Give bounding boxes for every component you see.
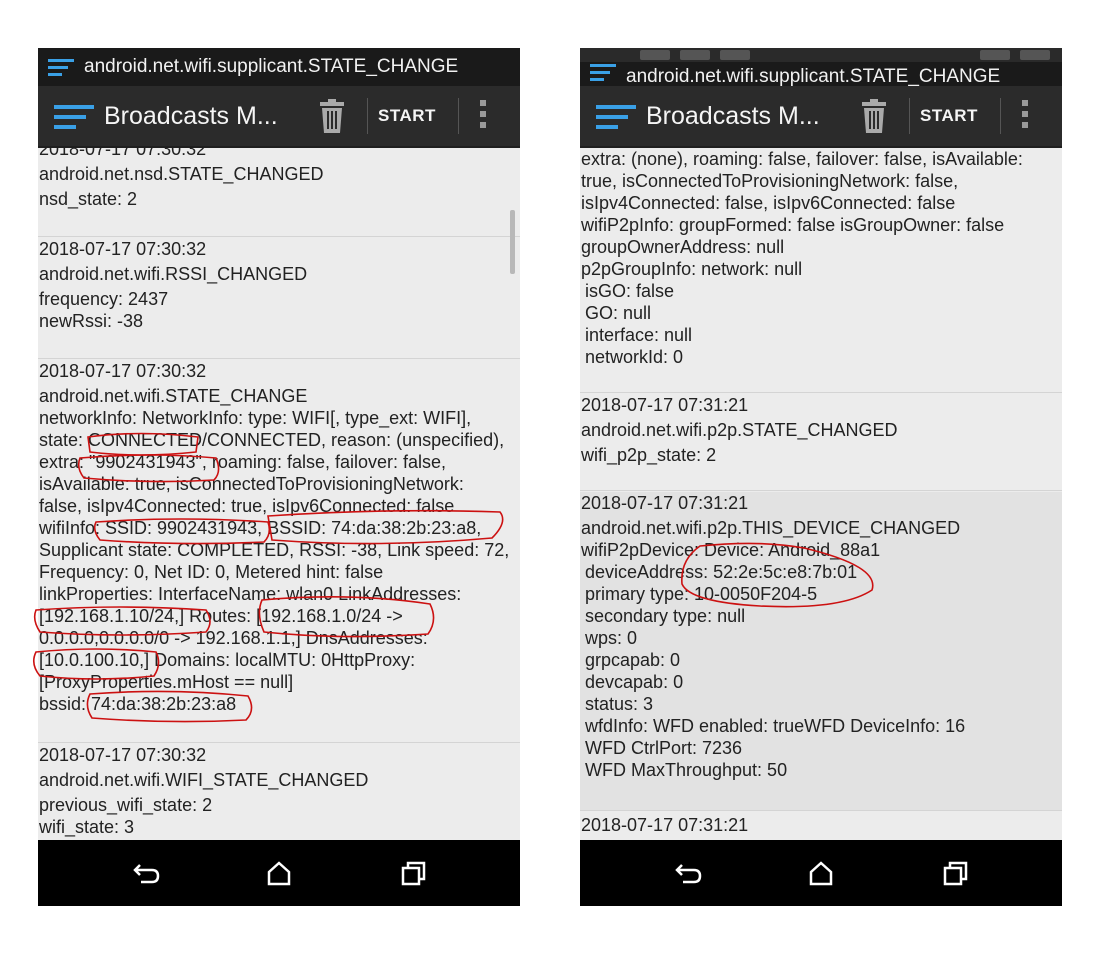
timestamp: 2018-07-17 07:30:32 (39, 148, 207, 159)
broadcast-list[interactable]: extra: (none), roaming: false, failover:… (580, 148, 1062, 840)
start-button[interactable]: START (374, 86, 440, 146)
broadcast-extra: extra: (none), roaming: false, failover:… (581, 149, 1023, 169)
app-title: Broadcasts M... (104, 102, 278, 130)
timestamp: 2018-07-17 07:30:32 (39, 239, 207, 259)
notification-text: android.net.wifi.supplicant.STATE_CHANGE (84, 56, 459, 77)
broadcast-extra: wps: 0 (585, 628, 638, 648)
notification-list-icon (48, 59, 74, 76)
broadcast-extra: isGO: false (585, 281, 675, 301)
action-bar: Broadcasts M... START (38, 86, 520, 148)
broadcast-extra: linkProperties: InterfaceName: wlan0 Lin… (39, 584, 462, 604)
recent-apps-icon[interactable] (398, 859, 428, 887)
overflow-menu-icon[interactable] (1020, 100, 1030, 132)
broadcast-action: android.net.wifi.RSSI_CHANGED (39, 264, 308, 284)
list-item[interactable]: 2018-07-17 07:30:32 android.net.wifi.RSS… (38, 238, 520, 359)
broadcast-extra: wifiInfo: SSID: 9902431943, BSSID: 74:da… (39, 518, 482, 538)
broadcast-extra: wifiP2pInfo: groupFormed: false isGroupO… (581, 215, 1005, 235)
list-item-selected[interactable]: 2018-07-17 07:31:21 android.net.wifi.p2p… (580, 492, 1062, 811)
broadcast-list[interactable]: 2018-07-17 07:30:32 android.net.nsd.STAT… (38, 148, 520, 840)
broadcast-extra: 0.0.0.0,0.0.0.0/0 -> 192.168.1.1,] DnsAd… (39, 628, 428, 648)
list-item[interactable]: 2018-07-17 07:30:32 android.net.wifi.STA… (38, 360, 520, 743)
notification-list-icon (590, 64, 616, 81)
divider (458, 98, 459, 134)
left-phone-screen: android.net.wifi.supplicant.STATE_CHANGE… (38, 48, 520, 906)
broadcast-extra: previous_wifi_state: 2 (39, 795, 213, 815)
broadcast-extra: wifi_state: 3 (39, 817, 135, 837)
broadcast-extra: deviceAddress: 52:2e:5c:e8:7b:01 (585, 562, 858, 582)
broadcast-extra: GO: null (585, 303, 652, 323)
broadcast-extra: [10.0.100.10,] Domains: localMTU: 0HttpP… (39, 650, 416, 670)
list-item[interactable]: 2018-07-17 07:30:32 android.net.nsd.STAT… (38, 148, 520, 237)
broadcast-extra: networkId: 0 (585, 347, 684, 367)
broadcast-action: android.net.wifi.p2p.THIS_DEVICE_CHANGED (581, 518, 961, 538)
list-item[interactable]: 2018-07-17 07:31:21 android.net.wifi.p2p… (580, 394, 1062, 491)
broadcast-extra: WFD CtrlPort: 7236 (585, 738, 743, 758)
recent-apps-icon[interactable] (940, 859, 970, 887)
broadcast-extra: secondary type: null (585, 606, 746, 626)
app-logo-icon[interactable] (54, 104, 94, 130)
broadcast-extra: newRssi: -38 (39, 311, 144, 331)
trash-icon[interactable] (318, 99, 346, 133)
app-logo-icon[interactable] (596, 104, 636, 130)
broadcast-extra: nsd_state: 2 (39, 189, 138, 209)
timestamp: 2018-07-17 07:31:21 (581, 395, 749, 415)
trash-icon[interactable] (860, 99, 888, 133)
broadcast-extra: WFD MaxThroughput: 50 (585, 760, 788, 780)
broadcast-extra: grpcapab: 0 (585, 650, 681, 670)
broadcast-extra: wfdInfo: WFD enabled: trueWFD DeviceInfo… (585, 716, 966, 736)
notification-bar[interactable]: android.net.wifi.supplicant.STATE_CHANGE (38, 48, 520, 86)
broadcast-extra: groupOwnerAddress: null (581, 237, 785, 257)
start-button[interactable]: START (916, 86, 982, 146)
home-icon[interactable] (806, 859, 836, 887)
broadcast-action: android.net.wifi.STATE_CHANGE (39, 386, 308, 406)
broadcast-extra: [192.168.1.10/24,] Routes: [192.168.1.0/… (39, 606, 403, 626)
broadcast-action: android.net.wifi.p2p.STATE_CHANGED (581, 420, 898, 440)
divider (909, 98, 910, 134)
broadcast-extra: isAvailable: true, isConnectedToProvisio… (39, 474, 464, 494)
broadcast-extra: wifiP2pDevice: Device: Android_88a1 (581, 540, 881, 560)
broadcast-extra: false, isIpv4Connected: true, isIpv6Conn… (39, 496, 455, 516)
overflow-menu-icon[interactable] (478, 100, 488, 132)
back-icon[interactable] (132, 859, 162, 887)
broadcast-extra: Supplicant state: COMPLETED, RSSI: -38, … (39, 540, 510, 560)
broadcast-extra: devcapab: 0 (585, 672, 684, 692)
list-item[interactable]: extra: (none), roaming: false, failover:… (580, 148, 1062, 393)
list-item[interactable]: 2018-07-17 07:31:21 (580, 814, 1062, 840)
broadcast-extra: interface: null (585, 325, 693, 345)
right-phone-screen: android.net.wifi.supplicant.STATE_CHANGE… (580, 48, 1062, 906)
timestamp: 2018-07-17 07:31:21 (581, 493, 749, 513)
action-bar: Broadcasts M... START (580, 86, 1062, 148)
broadcast-extra: isIpv4Connected: false, isIpv6Connected:… (581, 193, 956, 213)
divider (367, 98, 368, 134)
broadcast-extra: primary type: 10-0050F204-5 (585, 584, 818, 604)
timestamp: 2018-07-17 07:31:21 (581, 815, 749, 835)
divider (1000, 98, 1001, 134)
broadcast-extra: status: 3 (585, 694, 654, 714)
broadcast-action: android.net.nsd.STATE_CHANGED (39, 164, 324, 184)
broadcast-action: android.net.wifi.WIFI_STATE_CHANGED (39, 770, 369, 790)
broadcast-extra: bssid: 74:da:38:2b:23:a8 (39, 694, 237, 714)
broadcast-extra: networkInfo: NetworkInfo: type: WIFI[, t… (39, 408, 472, 428)
notification-bar[interactable]: android.net.wifi.supplicant.STATE_CHANGE (580, 48, 1062, 86)
broadcast-extra: Frequency: 0, Net ID: 0, Metered hint: f… (39, 562, 384, 582)
back-icon[interactable] (674, 859, 704, 887)
list-item[interactable]: 2018-07-17 07:30:32 android.net.wifi.WIF… (38, 744, 520, 840)
broadcast-extra: true, isConnectedToProvisioningNetwork: … (581, 171, 959, 191)
navigation-bar (580, 840, 1062, 906)
timestamp: 2018-07-17 07:30:32 (39, 745, 207, 765)
broadcast-extra: frequency: 2437 (39, 289, 169, 309)
notification-text: android.net.wifi.supplicant.STATE_CHANGE (626, 66, 1001, 86)
broadcast-extra: state: CONNECTED/CONNECTED, reason: (uns… (39, 430, 505, 450)
navigation-bar (38, 840, 520, 906)
broadcast-extra: p2pGroupInfo: network: null (581, 259, 803, 279)
app-title: Broadcasts M... (646, 102, 820, 130)
timestamp: 2018-07-17 07:30:32 (39, 361, 207, 381)
scrollbar[interactable] (510, 210, 515, 274)
home-icon[interactable] (264, 859, 294, 887)
broadcast-extra: wifi_p2p_state: 2 (581, 445, 717, 465)
broadcast-extra: [ProxyProperties.mHost == null] (39, 672, 294, 692)
broadcast-extra: extra: "9902431943", roaming: false, fai… (39, 452, 447, 472)
